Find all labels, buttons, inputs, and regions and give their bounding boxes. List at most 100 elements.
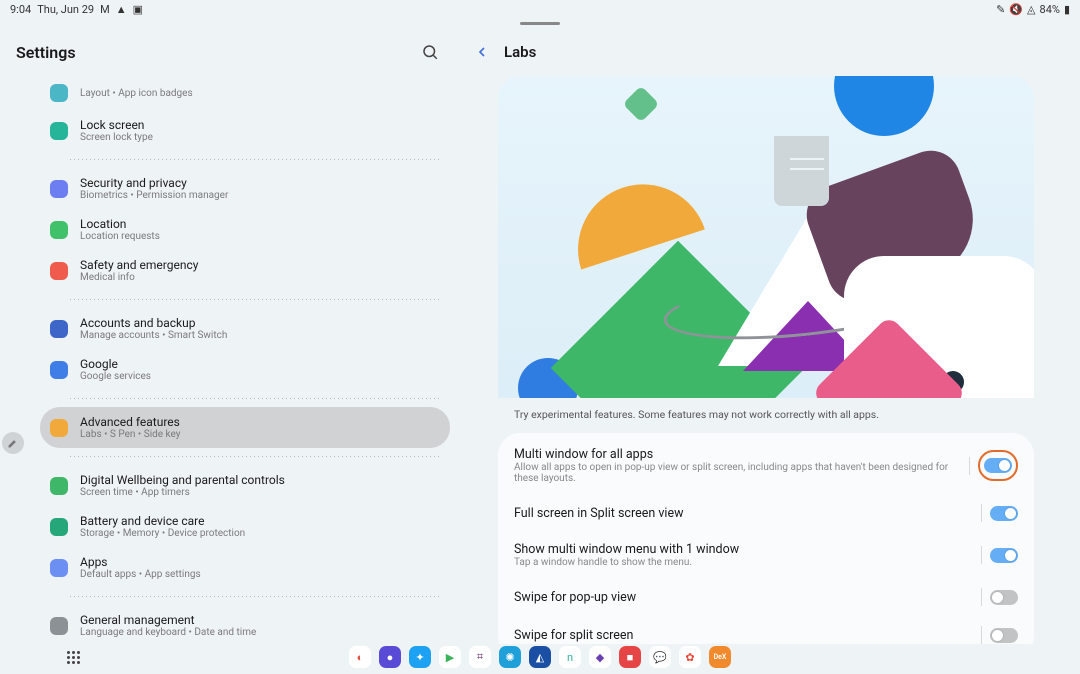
apps-icon [50, 559, 68, 577]
sidebar-item-general[interactable]: General managementLanguage and keyboard … [40, 605, 450, 644]
sidebar-item-security-privacy[interactable]: Security and privacyBiometrics • Permiss… [40, 168, 450, 209]
row-subtitle: Tap a window handle to show the menu. [514, 557, 739, 568]
settings-panel: Settings Layout • App icon badges Lock sc… [0, 30, 460, 644]
sidebar-item-advanced[interactable]: Advanced featuresLabs • S Pen • Side key [40, 407, 450, 448]
row-title: Show multi window menu with 1 window [514, 542, 739, 557]
sidebar-item-subtitle: Language and keyboard • Date and time [80, 627, 256, 638]
toggle-swipe-popup[interactable] [990, 590, 1018, 605]
labs-row-multi-menu[interactable]: Show multi window menu with 1 windowTap … [498, 532, 1034, 578]
sidebar-item-title: Battery and device care [80, 514, 245, 528]
separator [981, 626, 982, 644]
sidebar-item-location[interactable]: LocationLocation requests [40, 209, 450, 250]
home-screen-icon [50, 84, 68, 102]
taskbar-app-red-icon[interactable]: ■ [619, 646, 641, 668]
status-time: 9:04 [10, 3, 31, 16]
battery-icon [50, 518, 68, 536]
taskbar-chrome-icon[interactable]: ◐ [349, 646, 371, 668]
sidebar-item-title: Location [80, 217, 160, 231]
toggle-multi-window[interactable] [984, 458, 1012, 473]
sidebar-item-apps[interactable]: AppsDefault apps • App settings [40, 547, 450, 588]
location-icon [50, 221, 68, 239]
taskbar-app-chat-icon[interactable]: 💬 [649, 646, 671, 668]
sidebar-item-subtitle: Biometrics • Permission manager [80, 190, 228, 201]
labs-row-swipe-popup[interactable]: Swipe for pop-up view [498, 578, 1034, 616]
labs-hero-image [498, 76, 1034, 398]
sidebar-item-title: General management [80, 613, 256, 627]
taskbar-play-icon[interactable]: ▶ [439, 646, 461, 668]
image-icon: ▣ [133, 3, 143, 16]
labs-row-multi-window[interactable]: Multi window for all appsAllow all apps … [498, 437, 1034, 494]
toggle-multi-menu[interactable] [990, 548, 1018, 563]
wifi-icon: ◬ [1027, 3, 1035, 16]
sidebar-item-wellbeing[interactable]: Digital Wellbeing and parental controlsS… [40, 465, 450, 506]
taskbar-app-purple-icon[interactable]: ◆ [589, 646, 611, 668]
status-bar: 9:04 Thu, Jun 29 M ▲ ▣ ✎ 🔇 ◬ 84% ▮ [0, 0, 1080, 18]
mute-icon: 🔇 [1009, 3, 1023, 16]
sidebar-item-title: Digital Wellbeing and parental controls [80, 473, 285, 487]
sidebar-item-safety[interactable]: Safety and emergencyMedical info [40, 250, 450, 291]
status-date: Thu, Jun 29 [37, 3, 94, 16]
separator [981, 546, 982, 564]
gmail-icon: M [100, 3, 110, 16]
sidebar-item-accounts[interactable]: Accounts and backupManage accounts • Sma… [40, 308, 450, 349]
safety-icon [50, 262, 68, 280]
detail-panel: Labs Try experimental features. Some fea… [460, 30, 1072, 644]
taskbar: ◐ ● ✦ ▶ ⌗ ✺ ◭ n ◆ ■ 💬 ✿ DeX [0, 644, 1080, 670]
sidebar-item-subtitle: Screen lock type [80, 132, 153, 143]
warning-icon: ▲ [116, 3, 127, 16]
taskbar-slack-icon[interactable]: ⌗ [469, 646, 491, 668]
sidebar-item-title: Security and privacy [80, 176, 228, 190]
pen-icon: ✎ [996, 3, 1005, 16]
wellbeing-icon [50, 477, 68, 495]
sidebar-divider [70, 398, 440, 399]
sidebar-item-title: Lock screen [80, 118, 153, 132]
sidebar-divider [70, 596, 440, 597]
taskbar-app-blue-icon[interactable]: ✺ [499, 646, 521, 668]
toggle-swipe-split[interactable] [990, 628, 1018, 643]
security-privacy-icon [50, 180, 68, 198]
sidebar-item-subtitle: Layout • App icon badges [80, 88, 193, 99]
taskbar-samsung-internet-icon[interactable]: ● [379, 646, 401, 668]
battery-icon: ▮ [1064, 3, 1070, 16]
row-title: Swipe for split screen [514, 628, 633, 643]
accounts-icon [50, 320, 68, 338]
advanced-icon [50, 419, 68, 437]
settings-title: Settings [16, 43, 76, 62]
taskbar-app-n-icon[interactable]: n [559, 646, 581, 668]
sidebar-item-subtitle: Screen time • App timers [80, 487, 285, 498]
highlight-ring [978, 450, 1018, 481]
sidebar-item-battery[interactable]: Battery and device careStorage • Memory … [40, 506, 450, 547]
labs-description: Try experimental features. Some features… [460, 398, 1072, 427]
search-button[interactable] [416, 38, 444, 66]
sidebar-item-title: Google [80, 357, 151, 371]
separator [969, 457, 970, 475]
google-icon [50, 361, 68, 379]
app-handle[interactable] [520, 22, 560, 25]
detail-title: Labs [504, 43, 536, 61]
taskbar-twitter-icon[interactable]: ✦ [409, 646, 431, 668]
row-title: Full screen in Split screen view [514, 506, 683, 521]
sidebar-item-lock-screen[interactable]: Lock screenScreen lock type [40, 110, 450, 151]
sidebar-item-subtitle: Medical info [80, 272, 198, 283]
lock-screen-icon [50, 122, 68, 140]
sidebar-item-title: Accounts and backup [80, 316, 227, 330]
sidebar-divider [70, 299, 440, 300]
sidebar-item-google[interactable]: GoogleGoogle services [40, 349, 450, 390]
taskbar-app-arch-icon[interactable]: ◭ [529, 646, 551, 668]
row-title: Multi window for all apps [514, 447, 969, 462]
apps-button[interactable] [62, 646, 84, 668]
sidebar-item-title: Apps [80, 555, 201, 569]
sidebar-item-home-screen[interactable]: Layout • App icon badges [40, 76, 450, 110]
sidebar-item-subtitle: Default apps • App settings [80, 569, 201, 580]
sidebar-item-title: Safety and emergency [80, 258, 198, 272]
sidebar-divider [70, 456, 440, 457]
taskbar-dex-icon[interactable]: DeX [709, 646, 731, 668]
separator [981, 504, 982, 522]
labs-row-fullscreen-split[interactable]: Full screen in Split screen view [498, 494, 1034, 532]
labs-row-swipe-split[interactable]: Swipe for split screen [498, 616, 1034, 644]
taskbar-photos-icon[interactable]: ✿ [679, 646, 701, 668]
sidebar-divider [70, 159, 440, 160]
sidebar-item-subtitle: Location requests [80, 231, 160, 242]
back-button[interactable] [468, 38, 496, 66]
toggle-fullscreen-split[interactable] [990, 506, 1018, 521]
